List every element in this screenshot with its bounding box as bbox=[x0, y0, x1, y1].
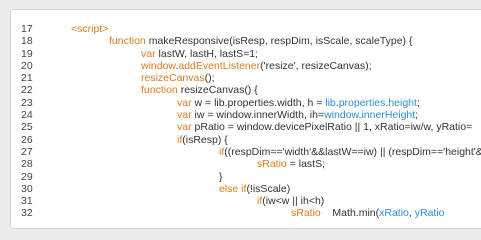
line-number: 27 bbox=[21, 145, 33, 158]
code-token: makeResponsive(isResp, respDim, isScale,… bbox=[148, 35, 413, 48]
code-token: lastW, lastH, lastS=1; bbox=[158, 47, 259, 60]
code-text: if((respDim=='width'&&lastW==iw) || (res… bbox=[219, 146, 481, 158]
line-number: 23 bbox=[21, 96, 33, 109]
code-token: function bbox=[141, 84, 181, 97]
code-token: var bbox=[177, 109, 195, 122]
screenshot-frame: 17 <script> 18 function makeResponsive(isRe… bbox=[0, 0, 481, 240]
line-number: 32 bbox=[21, 207, 33, 220]
code-line[interactable]: 21 resizeCanvas(); bbox=[11, 72, 481, 84]
line-number: 22 bbox=[21, 84, 33, 97]
code-text: <script> bbox=[71, 23, 108, 35]
code-text: if(iw<w || ih<h) bbox=[257, 195, 324, 207]
code-token: xRatio bbox=[379, 207, 409, 220]
code-token: var bbox=[177, 121, 195, 134]
code-text: var iw = window.innerWidth, ih=window.in… bbox=[177, 109, 418, 121]
code-text: window.addEventListener('resize', resize… bbox=[141, 60, 371, 72]
code-token: pRatio = window.devicePixelRatio || 1, x… bbox=[194, 121, 473, 134]
code-line[interactable]: 24 var iw = window.innerWidth, ih=window.… bbox=[11, 109, 481, 121]
code-text: var w = lib.properties.width, h = lib.pr… bbox=[177, 97, 420, 109]
code-token: Math. bbox=[320, 207, 359, 220]
code-text: function resizeCanvas() { bbox=[141, 84, 258, 96]
code-line[interactable]: 20 window.addEventListener('resize', resi… bbox=[11, 60, 481, 72]
code-line[interactable]: 17 <script> bbox=[11, 23, 481, 35]
code-token: ; bbox=[415, 109, 419, 122]
code-token: ; bbox=[416, 96, 420, 109]
code-token: ((respDim=='width'&&lastW==iw) || (respD… bbox=[224, 145, 481, 158]
code-token: sRatio bbox=[257, 158, 287, 171]
code-token: resizeCanvas() { bbox=[180, 84, 258, 97]
code-token: window bbox=[141, 59, 176, 72]
code-token: (isResp) { bbox=[182, 133, 228, 146]
code-token: var bbox=[177, 96, 195, 109]
code-line[interactable]: 28 sRatio = lastS; bbox=[11, 158, 481, 170]
code-token: w = lib.properties.width, h = bbox=[194, 96, 326, 109]
code-text: var lastW, lastH, lastS=1; bbox=[141, 48, 258, 60]
code-token: var bbox=[141, 47, 159, 60]
code-token: iw = window.innerWidth, ih= bbox=[194, 109, 325, 122]
code-line[interactable]: 29} bbox=[11, 171, 481, 183]
line-number: 31 bbox=[21, 195, 33, 208]
line-number: 24 bbox=[21, 109, 33, 122]
code-line[interactable]: 23 var w = lib.properties.width, h = lib.… bbox=[11, 97, 481, 109]
code-editor-panel[interactable]: 17 <script> 18 function makeResponsive(isRe… bbox=[10, 9, 481, 229]
code-token: (!isScale) bbox=[246, 182, 291, 195]
code-token: (); bbox=[204, 72, 215, 85]
line-number: 17 bbox=[21, 23, 33, 35]
code-text: function makeResponsive(isResp, respDim,… bbox=[109, 35, 412, 47]
code-text: resizeCanvas(); bbox=[141, 72, 215, 84]
code-token: lib bbox=[325, 96, 336, 109]
code-token: <script> bbox=[71, 23, 109, 35]
code-token: (iw<w || ih<h) bbox=[262, 195, 325, 208]
code-token: ('resize', resizeCanvas); bbox=[260, 59, 372, 72]
line-number: 29 bbox=[21, 170, 33, 183]
code-token: sRatio bbox=[291, 207, 321, 220]
line-number: 25 bbox=[21, 121, 33, 134]
line-number: 19 bbox=[21, 47, 33, 60]
code-text: else if(!isScale) bbox=[219, 183, 290, 195]
code-line[interactable]: 18 function makeResponsive(isResp, respDi… bbox=[11, 35, 481, 47]
code-token: function bbox=[109, 35, 149, 48]
code-token: yRatio bbox=[414, 207, 445, 220]
code-line[interactable]: 30 else if(!isScale) bbox=[11, 183, 481, 195]
code-text: if(isResp) { bbox=[177, 134, 228, 146]
line-number: 26 bbox=[21, 133, 33, 146]
code-token: else if bbox=[219, 182, 247, 195]
code-token: min bbox=[358, 207, 376, 220]
code-token: = lastS; bbox=[286, 158, 325, 171]
code-token: window bbox=[324, 109, 359, 122]
code-block[interactable]: 17 <script> 18 function makeResponsive(isRe… bbox=[11, 23, 481, 220]
code-line[interactable]: 22 function resizeCanvas() { bbox=[11, 84, 481, 96]
line-number: 28 bbox=[21, 158, 33, 171]
code-line[interactable]: 19 var lastW, lastH, lastS=1; bbox=[11, 48, 481, 60]
code-token: innerHeight bbox=[361, 109, 416, 122]
code-line[interactable]: 26 if(isResp) { bbox=[11, 134, 481, 146]
code-text: var pRatio = window.devicePixelRatio || … bbox=[177, 121, 472, 133]
line-number: 20 bbox=[21, 59, 33, 72]
code-text: } bbox=[219, 171, 223, 183]
line-number: 30 bbox=[21, 182, 33, 195]
code-line[interactable]: 31 if(iw<w || ih<h) bbox=[11, 195, 481, 207]
code-text: sRatio Math.min(xRatio, yRatio bbox=[291, 207, 445, 219]
code-token: height bbox=[388, 96, 417, 109]
code-line[interactable]: 32 sRatio Math.min(xRatio, yRatio bbox=[11, 207, 481, 219]
code-token: addEventListener bbox=[178, 59, 261, 72]
code-token: } bbox=[219, 170, 223, 183]
code-token: resizeCanvas bbox=[141, 72, 205, 85]
code-token: properties bbox=[338, 96, 386, 109]
line-number: 21 bbox=[21, 72, 33, 85]
code-line[interactable]: 27 if((respDim=='width'&&lastW==iw) || (r… bbox=[11, 146, 481, 158]
line-number: 18 bbox=[21, 35, 33, 48]
code-text: sRatio = lastS; bbox=[257, 158, 325, 170]
code-line[interactable]: 25 var pRatio = window.devicePixelRatio |… bbox=[11, 121, 481, 133]
